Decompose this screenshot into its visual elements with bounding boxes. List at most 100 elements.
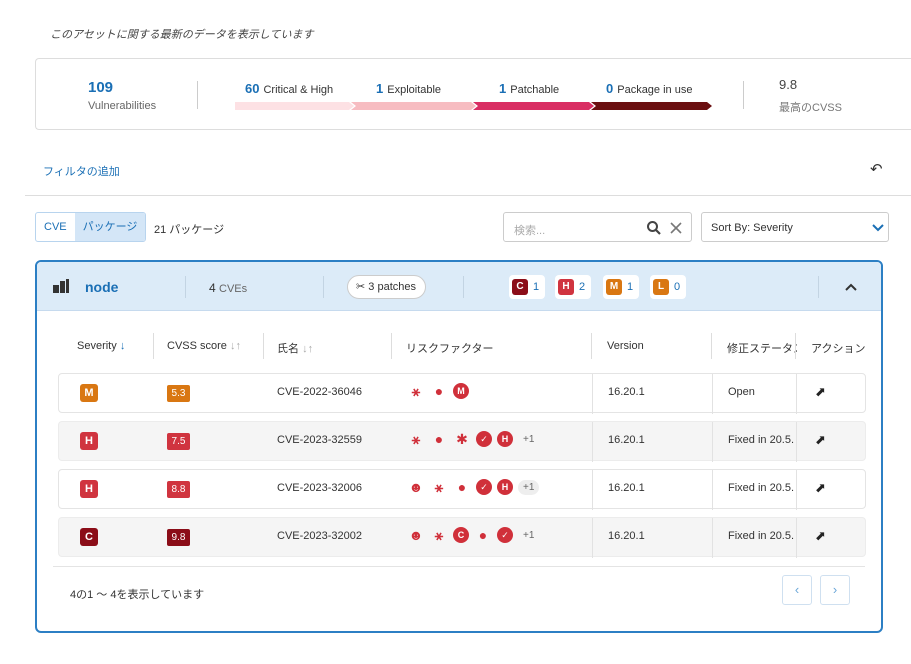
bug-icon: ✱	[456, 431, 468, 447]
sort-icon: ↓↑	[229, 340, 241, 352]
risk-severity-icon: C	[453, 527, 469, 543]
tab-package[interactable]: パッケージ	[74, 213, 146, 241]
table-row[interactable]: M 5.3 CVE-2022-36046 ⚹ ● M 16.20.1 Open …	[58, 373, 866, 414]
cve-id[interactable]: CVE-2023-32002	[277, 530, 362, 542]
package-name[interactable]: node	[85, 279, 118, 295]
search-input[interactable]: 検索...	[503, 212, 692, 242]
funnel-segment-critical-high	[235, 102, 354, 110]
divider	[25, 195, 911, 196]
divider	[712, 374, 713, 414]
clear-icon[interactable]	[669, 221, 683, 235]
network-icon: ⚹	[434, 527, 444, 543]
funnel-package-in-use[interactable]: 0 Package in use	[606, 81, 692, 96]
exploit-bomb-icon: ●	[434, 431, 444, 447]
severity-badge: H	[80, 480, 98, 498]
exploit-bomb-icon: ●	[434, 383, 444, 399]
divider	[323, 276, 324, 298]
search-icon[interactable]	[646, 220, 662, 236]
header-name[interactable]: 氏名 ↓↑	[277, 340, 313, 356]
external-link-icon[interactable]: ⬈	[815, 384, 826, 400]
package-header[interactable]: node 4 CVEs ✂ 3 patches C1 H2 M1 L0	[37, 262, 881, 311]
vulnerabilities-count[interactable]: 109	[88, 79, 113, 96]
network-icon: ⚹	[411, 383, 421, 399]
severity-count-medium: M1	[603, 275, 640, 299]
version: 16.20.1	[608, 530, 645, 542]
tab-cve[interactable]: CVE	[36, 213, 75, 241]
fix-status: Fixed in 20.5.	[728, 482, 795, 494]
divider	[796, 518, 797, 558]
header-fix: 修正ステータス	[727, 343, 797, 355]
fix-status: Fixed in 20.5.	[728, 530, 795, 542]
cve-id[interactable]: CVE-2022-36046	[277, 386, 362, 398]
chevron-left-icon: ‹	[794, 582, 800, 597]
summary-card: 109 Vulnerabilities 60 Critical & High 1E…	[35, 58, 911, 130]
risk-factors: ⚹ ● ✱ ✓ H +1	[407, 431, 539, 447]
add-filter-link[interactable]: フィルタの追加	[43, 163, 120, 179]
alien-icon: ☻	[408, 527, 424, 543]
funnel-patchable[interactable]: 1 Patchable	[499, 81, 559, 96]
divider	[463, 276, 464, 298]
funnel-exploitable[interactable]: 1 Exploitable	[376, 81, 441, 96]
vulnerabilities-label: Vulnerabilities	[88, 100, 157, 112]
table-row[interactable]: C 9.8 CVE-2023-32002 ☻ ⚹ C ● ✓ +1 16.20.…	[58, 517, 866, 558]
funnel-bar	[235, 102, 712, 110]
divider	[591, 333, 592, 359]
exploit-bomb-icon: ●	[457, 479, 467, 495]
header-action: アクション	[811, 343, 866, 355]
risk-factors: ☻ ⚹ ● ✓ H +1	[407, 479, 540, 495]
divider	[263, 333, 264, 359]
network-icon: ⚹	[411, 431, 421, 447]
header-severity[interactable]: Severity ↓	[77, 340, 125, 352]
max-cvss-label: 最高のCVSS	[779, 102, 842, 114]
divider	[711, 333, 712, 359]
chevron-down-icon	[872, 224, 884, 232]
cve-id[interactable]: CVE-2023-32559	[277, 434, 362, 446]
risk-factors: ⚹ ● M	[407, 383, 469, 399]
divider	[795, 333, 796, 359]
more-risk-badge[interactable]: +1	[518, 528, 539, 543]
severity-badge: C	[80, 528, 98, 546]
check-icon: ✓	[476, 431, 492, 447]
cve-count: 4 CVEs	[209, 281, 248, 295]
more-risk-badge[interactable]: +1	[518, 432, 539, 447]
undo-icon[interactable]: ↶	[870, 160, 883, 178]
table-row[interactable]: H 7.5 CVE-2023-32559 ⚹ ● ✱ ✓ H +1 16.20.…	[58, 421, 866, 462]
external-link-icon[interactable]: ⬈	[815, 432, 826, 448]
cve-id[interactable]: CVE-2023-32006	[277, 482, 362, 494]
patches-pill[interactable]: ✂ 3 patches	[347, 275, 426, 299]
cvss-score: 7.5	[167, 433, 190, 450]
cvss-score: 5.3	[167, 385, 190, 402]
risk-severity-icon: M	[453, 383, 469, 399]
chevron-up-icon[interactable]	[845, 283, 857, 291]
table-row[interactable]: H 8.8 CVE-2023-32006 ☻ ⚹ ● ✓ H +1 16.20.…	[58, 469, 866, 510]
funnel-critical-high[interactable]: 60 Critical & High	[245, 81, 333, 96]
header-version: Version	[607, 340, 644, 352]
pagination-info: 4の1 ～ 4を表示しています	[70, 589, 205, 601]
funnel-segment-package-in-use	[591, 102, 712, 110]
external-link-icon[interactable]: ⬈	[815, 480, 826, 496]
more-risk-badge[interactable]: +1	[518, 479, 540, 495]
fix-status: Fixed in 20.5.	[728, 434, 795, 446]
divider	[796, 374, 797, 414]
divider	[796, 422, 797, 462]
risk-severity-icon: H	[497, 479, 513, 495]
wrench-icon: ✂	[356, 281, 366, 293]
prev-page-button[interactable]: ‹	[782, 575, 812, 605]
funnel-segment-exploitable	[351, 102, 476, 110]
sort-arrow-icon: ↓	[119, 340, 126, 352]
cvss-score: 9.8	[167, 529, 190, 546]
sort-select[interactable]: Sort By: Severity	[701, 212, 889, 242]
divider	[197, 81, 198, 109]
max-cvss-value: 9.8	[779, 77, 798, 92]
external-link-icon[interactable]: ⬈	[815, 528, 826, 544]
divider	[153, 333, 154, 359]
divider	[818, 276, 819, 298]
next-page-button[interactable]: ›	[820, 575, 850, 605]
network-icon: ⚹	[434, 479, 444, 495]
risk-factors: ☻ ⚹ C ● ✓ +1	[407, 527, 539, 543]
severity-badge: H	[80, 432, 98, 450]
sort-icon: ↓↑	[302, 343, 314, 355]
cvss-score: 8.8	[167, 481, 190, 498]
header-cvss[interactable]: CVSS score ↓↑	[167, 340, 241, 352]
chevron-right-icon: ›	[832, 582, 838, 597]
